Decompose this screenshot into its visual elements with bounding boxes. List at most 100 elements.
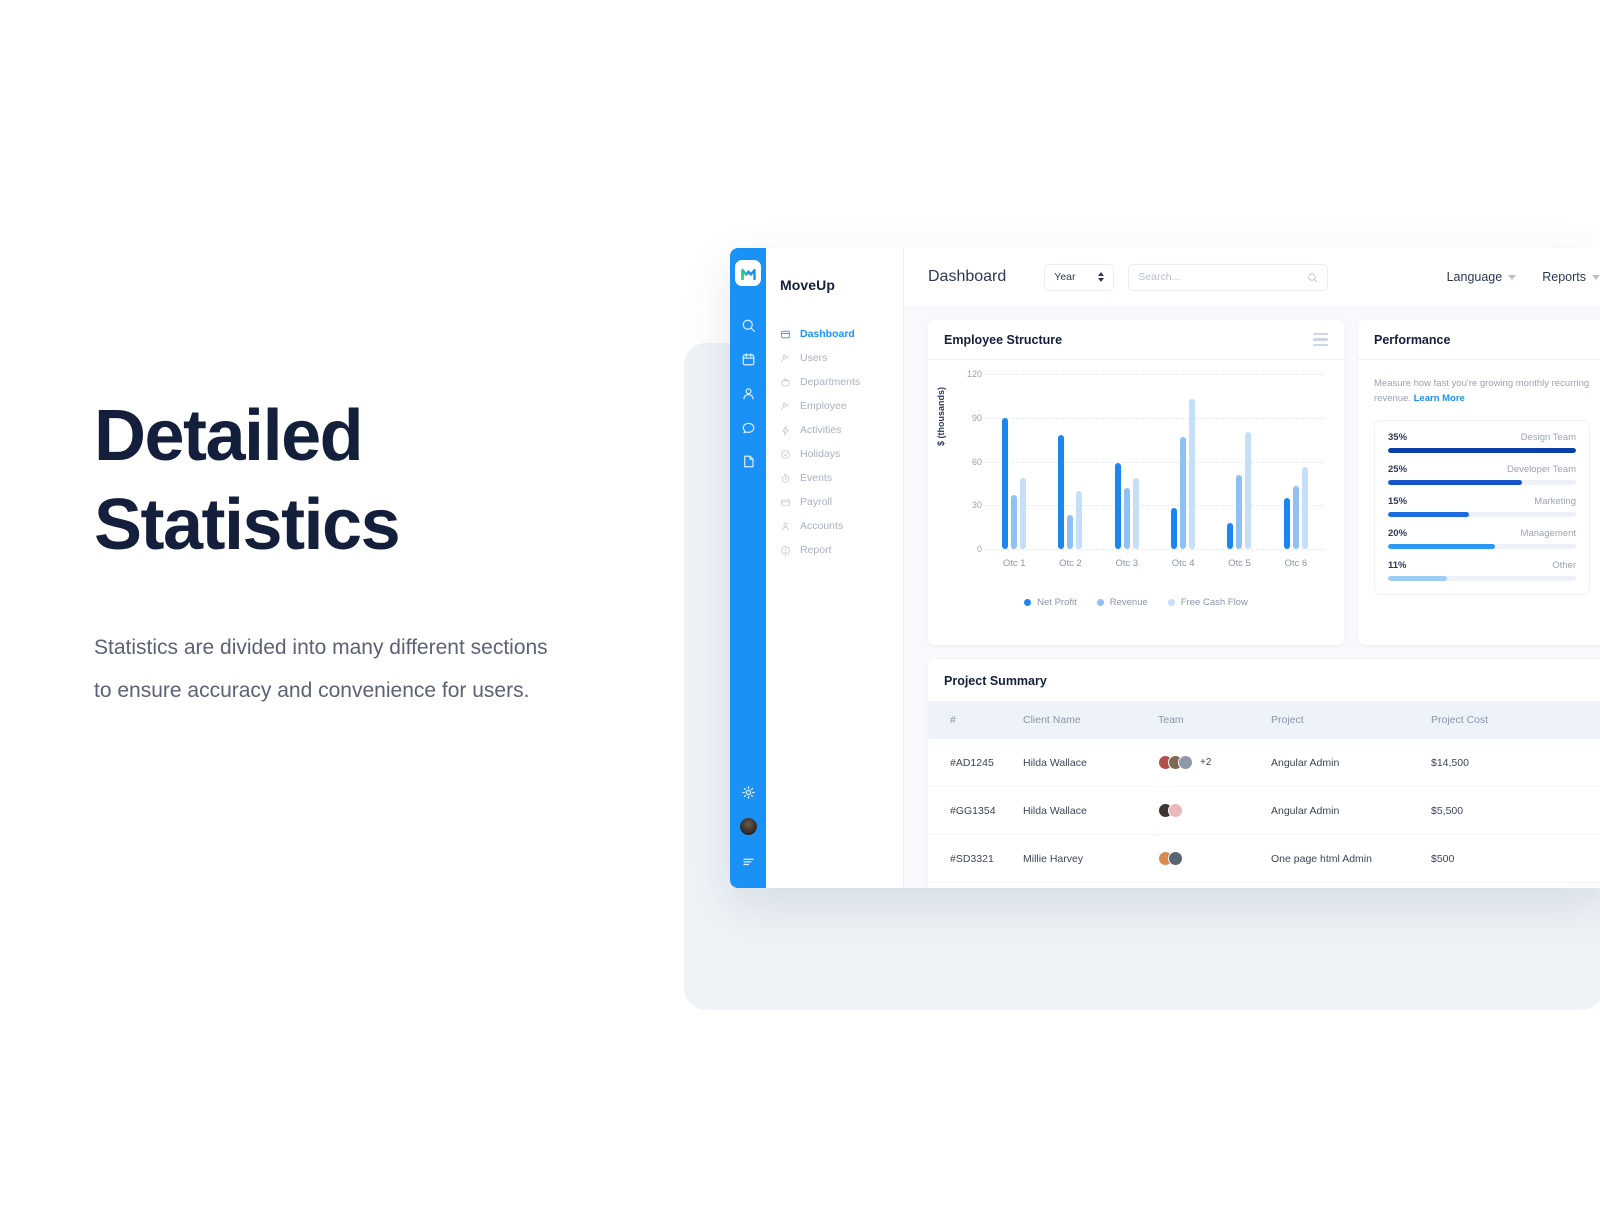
performance-name: Design Team — [1520, 432, 1576, 443]
performance-percent: 25% — [1388, 464, 1408, 475]
legend-item: Net Profit — [1024, 597, 1077, 608]
bar — [1076, 490, 1083, 549]
progress-track — [1388, 576, 1576, 581]
table-column-header[interactable]: Project — [1271, 701, 1431, 739]
sidebar-item-label: Events — [800, 472, 833, 484]
table-column-header[interactable]: Team — [1158, 701, 1271, 739]
avatar — [1168, 851, 1183, 866]
chart-title: Employee Structure — [944, 332, 1063, 347]
avatar — [1178, 755, 1193, 770]
cell-cost: $500 — [1431, 834, 1600, 883]
sidebar-item-dashboard[interactable]: Dashboard — [766, 322, 903, 346]
legend-label: Net Profit — [1037, 597, 1077, 608]
gear-icon[interactable] — [733, 775, 763, 809]
headline-line-2: Statistics — [94, 485, 401, 565]
bar — [1067, 515, 1074, 549]
performance-name: Management — [1520, 528, 1576, 539]
nav-reports[interactable]: Reports — [1542, 270, 1600, 284]
document-icon[interactable] — [733, 444, 763, 478]
y-axis-label: $ (thousands) — [936, 386, 946, 446]
learn-more-link[interactable]: Learn More — [1414, 393, 1465, 404]
performance-card-header: Performance — [1358, 320, 1600, 360]
cell-id: #GG1354 — [928, 786, 1023, 835]
sidebar-item-label: Report — [800, 544, 832, 556]
search-box[interactable] — [1128, 263, 1329, 291]
bar — [1283, 497, 1290, 549]
bar-group — [1042, 435, 1098, 549]
bar — [1123, 487, 1130, 549]
y-tick-label: 0 — [976, 544, 982, 554]
bar — [1189, 398, 1196, 549]
sidebar-menu: Dashboard Users Departments Employee Activit… — [766, 322, 903, 562]
table-column-header[interactable]: Project Cost — [1431, 701, 1600, 739]
cell-team — [1158, 834, 1271, 883]
sidebar-item-payroll[interactable]: Payroll — [766, 490, 903, 514]
sidebar-item-departments[interactable]: Departments — [766, 370, 903, 394]
calendar-icon[interactable] — [733, 342, 763, 376]
table-row[interactable]: #SD3321 Millie Harvey One page html Admin $… — [928, 834, 1600, 883]
sidebar-item-holidays[interactable]: Holidays — [766, 442, 903, 466]
sidebar-item-label: Holidays — [800, 448, 841, 460]
sidebar-item-report[interactable]: Report — [766, 538, 903, 562]
bar — [1171, 508, 1178, 549]
x-tick-label: Otc 6 — [1284, 558, 1308, 569]
menu-icon[interactable] — [733, 844, 763, 878]
avatar[interactable] — [739, 818, 757, 835]
hamburger-icon[interactable] — [1313, 332, 1328, 347]
table-row[interactable]: #GG1354 Hilda Wallace Angular Admin $5,500 — [928, 786, 1600, 835]
rail-bottom-group — [730, 775, 766, 878]
search-icon[interactable] — [733, 308, 763, 342]
table-header-row: # Client Name Team Project Project Cost — [928, 701, 1600, 739]
breadcrumb: Dashboard — [928, 268, 1007, 285]
search-icon — [1308, 272, 1318, 282]
user-icon — [782, 522, 789, 531]
sidebar-item-users[interactable]: Users — [766, 346, 903, 370]
period-select[interactable]: Year — [1044, 263, 1115, 291]
sidebar-item-label: Payroll — [800, 496, 833, 508]
card-icon — [780, 499, 791, 506]
chart-body: $ (thousands) 0 30 60 90 120 Otc 1 Otc 2 Otc 3… — [928, 360, 1344, 645]
app-logo[interactable] — [735, 260, 761, 286]
sidebar-item-events[interactable]: Events — [766, 466, 903, 490]
sidebar-item-accounts[interactable]: Accounts — [766, 514, 903, 538]
cell-project: One page html Admin — [1271, 834, 1431, 883]
table-column-header[interactable]: # — [928, 701, 1023, 739]
sidebar-item-label: Users — [800, 352, 828, 364]
performance-row: 25% Developer Team — [1388, 464, 1576, 485]
x-tick-label: Otc 3 — [1115, 558, 1139, 569]
cell-id: #AD1245 — [928, 739, 1023, 787]
headline-line-1: Detailed — [94, 396, 364, 476]
cell-client: Millie Harvey — [1023, 834, 1158, 883]
bar — [1292, 486, 1299, 549]
chat-icon[interactable] — [733, 410, 763, 444]
chart-card-header: Employee Structure — [928, 320, 1344, 360]
brand-name: MoveUp — [780, 277, 836, 293]
nav-language[interactable]: Language — [1447, 270, 1517, 284]
main-area: Dashboard Year Language — [904, 248, 1600, 888]
performance-row-head: 35% Design Team — [1388, 432, 1576, 443]
logo-m-icon — [740, 268, 756, 280]
bar — [1245, 432, 1252, 549]
performance-row: 20% Management — [1388, 528, 1576, 549]
performance-row-head: 25% Developer Team — [1388, 464, 1576, 475]
project-summary-title: Project Summary — [944, 674, 1047, 688]
period-select-value: Year — [1054, 271, 1076, 283]
table-row[interactable]: #AD1245 Hilda Wallace +2 Angular Admin $14,5… — [928, 739, 1600, 787]
users-icon — [781, 354, 789, 362]
performance-name: Marketing — [1534, 496, 1576, 507]
page-root: Detailed Statistics Statistics are divid… — [0, 0, 1600, 1209]
performance-title: Performance — [1374, 332, 1451, 347]
chevron-down-icon — [1592, 274, 1600, 280]
sidebar-item-activities[interactable]: Activities — [766, 418, 903, 442]
avatar-group — [1158, 851, 1271, 866]
search-input[interactable] — [1138, 271, 1308, 283]
table-column-header[interactable]: Client Name — [1023, 701, 1158, 739]
performance-row-head: 15% Marketing — [1388, 496, 1576, 507]
progress-fill — [1388, 512, 1469, 517]
sidebar-item-employee[interactable]: Employee — [766, 394, 903, 418]
user-icon[interactable] — [733, 376, 763, 410]
cell-id: #SD3321 — [928, 834, 1023, 883]
y-tick-label: 120 — [966, 369, 982, 379]
table-body: #AD1245 Hilda Wallace +2 Angular Admin $14,5… — [928, 739, 1600, 883]
y-tick-label: 30 — [971, 500, 982, 511]
